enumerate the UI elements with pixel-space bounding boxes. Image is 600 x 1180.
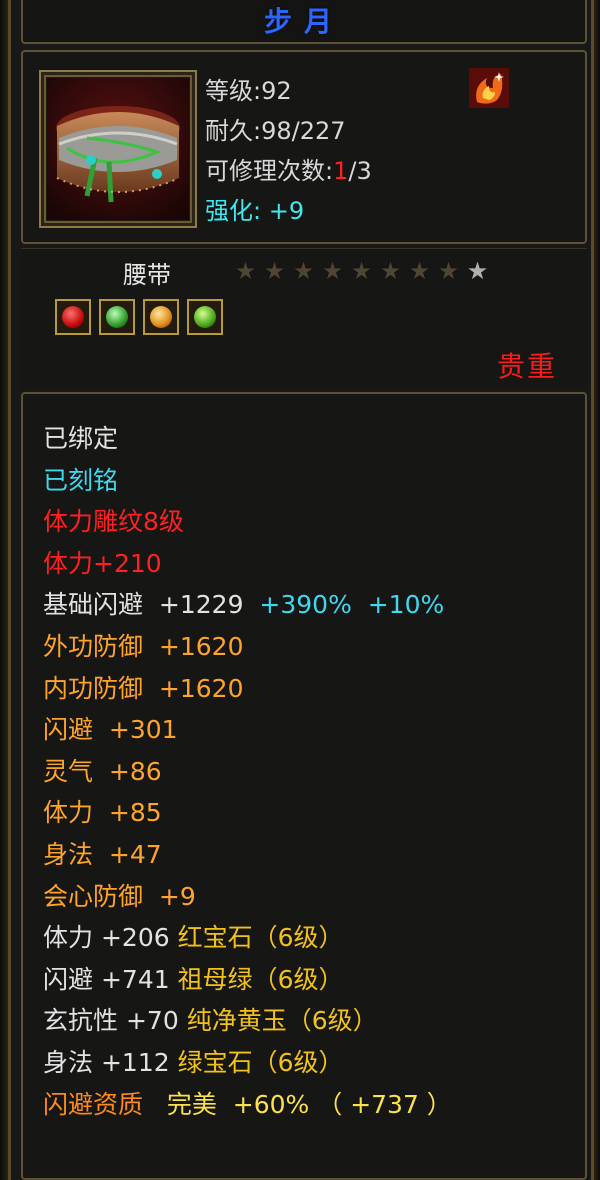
- attr-label: 闪避: [43, 715, 94, 745]
- attr-line: 闪避 +301: [43, 709, 452, 751]
- attr-label: 外功防御: [43, 631, 144, 661]
- rarity-label: 贵重: [496, 350, 557, 383]
- engraved-status: 已刻铭: [43, 465, 119, 495]
- attribute-panel: 已绑定 已刻铭 体力雕纹8级 体力+210 基础闪避 +1229 +390% +…: [21, 392, 587, 1180]
- attr-value: +9: [158, 881, 196, 911]
- gem-name: 红宝石（6级）: [177, 923, 344, 953]
- emerald-gem-icon: [187, 299, 223, 335]
- gem-line: 闪避 +741 祖母绿（6级）: [43, 959, 452, 1001]
- star-icon: ★: [263, 257, 286, 285]
- gem-name: 绿宝石（6级）: [177, 1047, 344, 1077]
- red-gem-icon: [55, 299, 91, 335]
- right-window-edge: [594, 0, 600, 1180]
- gem-name: 纯净黄玉（6级）: [186, 1006, 378, 1036]
- star-icon: ★: [437, 257, 460, 285]
- yellow-gem-icon: [143, 299, 179, 335]
- attr-value: +85: [108, 798, 162, 828]
- attr-value: +47: [108, 839, 162, 869]
- attr-line: 内功防御 +1620: [43, 668, 452, 710]
- item-type-label: 腰带: [123, 261, 171, 289]
- item-type-panel: 腰带 ★ ★ ★ ★ ★ ★ ★ ★ ★ 贵重: [21, 248, 587, 389]
- enhance-line: 强化: +9: [205, 192, 372, 232]
- star-icon: ★: [350, 257, 373, 285]
- base-dodge-label: 基础闪避: [43, 590, 144, 620]
- base-dodge-line: 基础闪避 +1229 +390% +10%: [43, 584, 452, 626]
- attr-label: 内功防御: [43, 673, 144, 703]
- aptitude-bonus: （ +737 ）: [317, 1089, 452, 1119]
- green-gem-icon: [99, 299, 135, 335]
- attr-value: +1620: [158, 673, 244, 703]
- gem-line: 玄抗性 +70 纯净黄玉（6级）: [43, 1000, 452, 1042]
- gem-value: +741: [100, 964, 170, 994]
- gem-value: +70: [125, 1006, 179, 1036]
- durability-line: 耐久:98/227: [205, 117, 346, 145]
- attr-value: +1620: [158, 631, 244, 661]
- attr-value: +86: [108, 756, 162, 786]
- attr-label: 身法: [43, 839, 94, 869]
- star-icon: ★: [408, 257, 431, 285]
- gem-value: +112: [100, 1047, 170, 1077]
- attr-value: +301: [108, 715, 178, 745]
- repair-label: 可修理次数:: [205, 157, 334, 185]
- gem-line: 身法 +112 绿宝石（6级）: [43, 1042, 452, 1084]
- enhance-label: 强化:: [205, 197, 262, 225]
- gem-stat: 闪避: [43, 964, 94, 994]
- item-basic-stats: 等级:92 耐久:98/227 可修理次数:1/3 强化: +9: [205, 72, 372, 232]
- item-name: 步月: [263, 5, 344, 38]
- repair-current: 1: [333, 157, 349, 185]
- attribute-list: 已绑定 已刻铭 体力雕纹8级 体力+210 基础闪避 +1229 +390% +…: [43, 418, 452, 1125]
- attr-line: 灵气 +86: [43, 751, 452, 793]
- left-window-edge: [0, 0, 8, 1180]
- star-icon: ★: [292, 257, 315, 285]
- level-line: 等级:92: [205, 77, 292, 105]
- attr-line: 会心防御 +9: [43, 876, 452, 918]
- gem-name: 祖母绿（6级）: [177, 964, 344, 994]
- gem-line: 体力 +206 红宝石（6级）: [43, 917, 452, 959]
- belt-item-icon: [39, 70, 197, 228]
- item-header-panel: 等级:92 耐久:98/227 可修理次数:1/3 强化: +9: [21, 50, 587, 244]
- star-icon: ★: [234, 257, 257, 285]
- gem-value: +206: [100, 923, 170, 953]
- base-dodge-pct2: +10%: [367, 590, 445, 620]
- star-icon: ★: [321, 257, 344, 285]
- attr-line: 外功防御 +1620: [43, 626, 452, 668]
- attr-label: 体力: [43, 798, 94, 828]
- aptitude-grade: 完美: [166, 1089, 217, 1119]
- gem-stat: 身法: [43, 1047, 94, 1077]
- gem-stat: 玄抗性: [43, 1006, 119, 1036]
- star-icon: ★: [379, 257, 402, 285]
- flame-crest-icon: [469, 68, 509, 108]
- repair-total: /3: [348, 157, 372, 185]
- repair-count-line: 可修理次数:1/3: [205, 152, 372, 192]
- item-tooltip: 步月 等级:92 耐久:98/227 可修理次数:1/3 强化: +9 腰带 ★…: [8, 0, 594, 1180]
- aptitude-line: 闪避资质 完美 +60% （ +737 ）: [43, 1084, 452, 1126]
- gem-stat: 体力: [43, 923, 94, 953]
- bound-status: 已绑定: [43, 424, 119, 453]
- attr-label: 会心防御: [43, 881, 144, 911]
- base-dodge-pct1: +390%: [259, 590, 352, 620]
- carving-bonus-line: 体力+210: [43, 548, 162, 578]
- aptitude-label: 闪避资质: [43, 1089, 144, 1119]
- carving-line: 体力雕纹8级: [43, 507, 184, 537]
- enhance-value: +9: [268, 197, 305, 225]
- attr-line: 体力 +85: [43, 792, 452, 834]
- gem-sockets: [55, 299, 223, 335]
- aptitude-pct: +60%: [232, 1089, 310, 1119]
- item-title-bar: 步月: [21, 0, 587, 44]
- attr-line: 身法 +47: [43, 834, 452, 876]
- base-dodge-value: +1229: [158, 590, 244, 620]
- star-icon: ★: [466, 257, 489, 285]
- star-rating: ★ ★ ★ ★ ★ ★ ★ ★ ★: [231, 257, 492, 285]
- attr-label: 灵气: [43, 756, 94, 786]
